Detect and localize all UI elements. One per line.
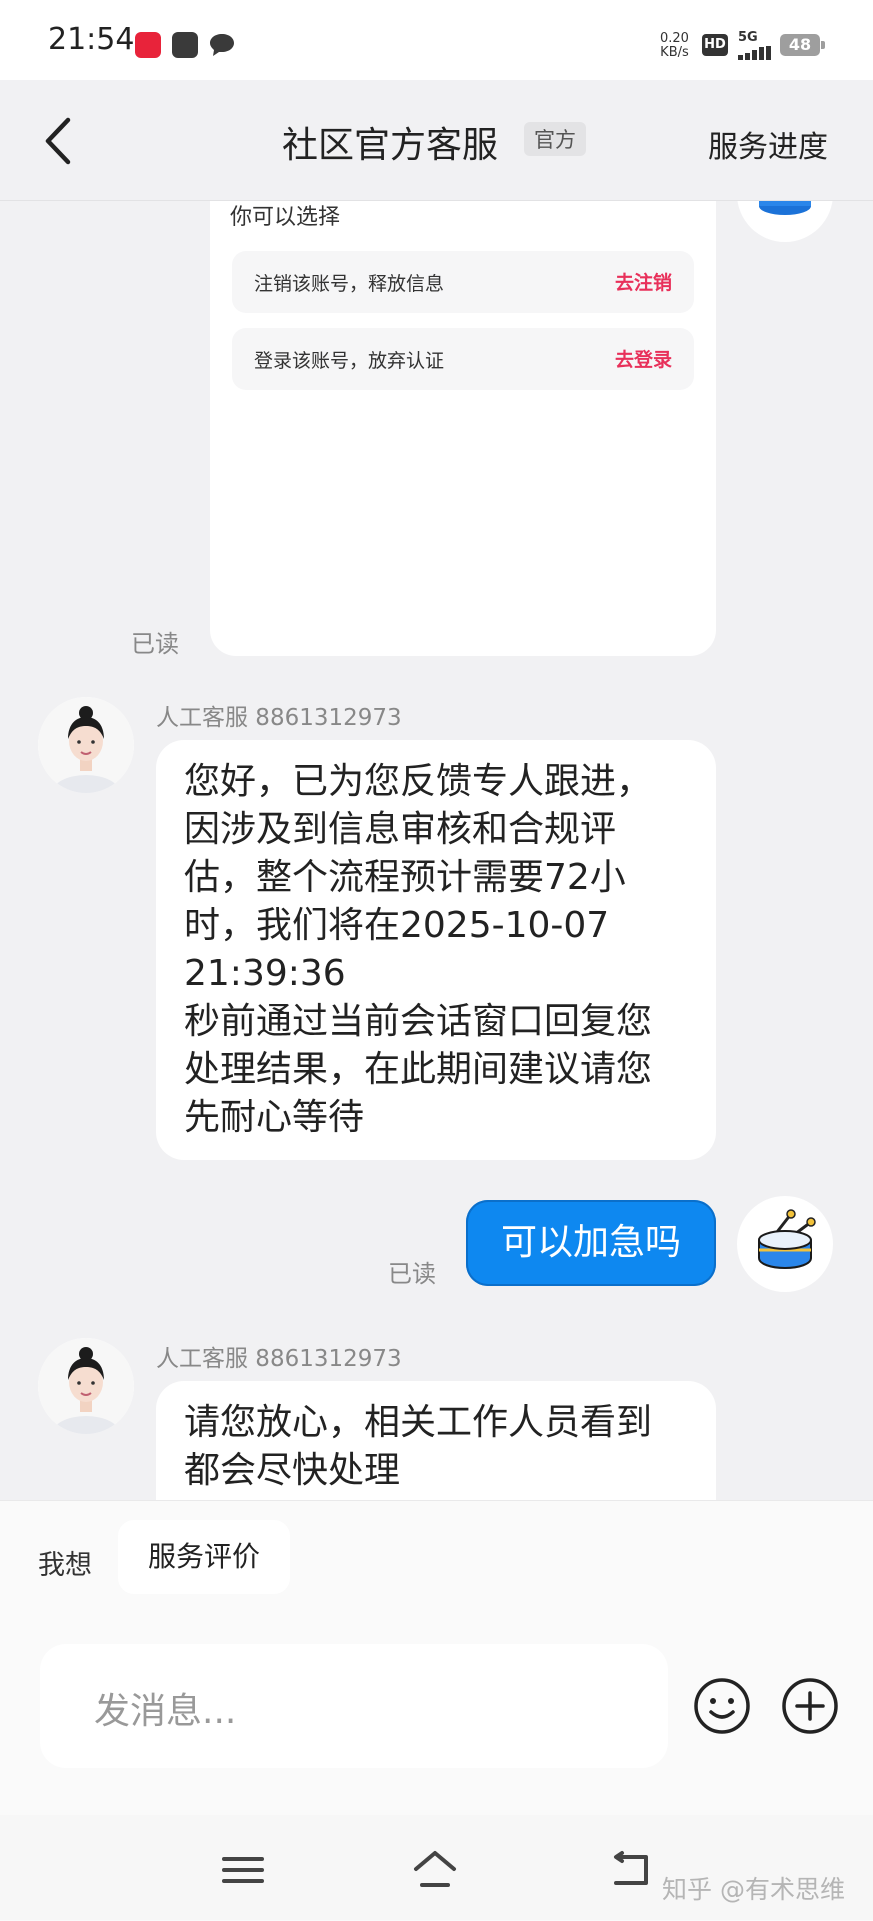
plus-circle-icon[interactable] [780,1676,840,1736]
watermark: 知乎 @有术思维 [662,1875,845,1904]
agent-avatar[interactable] [38,697,134,793]
login-option[interactable]: 登录该账号，放弃认证 去登录 [232,328,694,390]
card-text: 你可以选择 [230,205,341,230]
agent-message-bubble[interactable]: 您好，已为您反馈专人跟进， 因涉及到信息审核和合规评 估，整个流程预计需要72小… [156,740,716,1160]
service-rating-chip[interactable]: 服务评价 [118,1520,290,1594]
home-icon[interactable] [410,1845,460,1895]
hd-badge: HD [702,34,728,56]
chat-area[interactable]: 你可以选择 注销该账号，释放信息 去注销 登录该账号，放弃认证 去登录 已读 人… [0,201,873,1500]
page-title: 社区官方客服 [282,125,499,166]
message-bubble-icon [210,34,234,56]
status-bar: 21:54 0.20 KB/s HD 5G 48 [0,0,873,80]
option-label: 登录该账号，放弃认证 [254,350,445,372]
option-label: 注销该账号，释放信息 [254,273,445,295]
deregister-button[interactable]: 去注销 [615,268,672,295]
login-button[interactable]: 去登录 [615,345,672,372]
signal-bars-icon [738,46,771,60]
signal-indicator: 5G [738,30,772,64]
agent-avatar[interactable] [38,1338,134,1434]
deregister-option[interactable]: 注销该账号，释放信息 去注销 [232,251,694,313]
chevron-left-icon[interactable] [40,116,80,166]
agent-name: 人工客服 8861312973 [156,1346,402,1372]
drum-icon [758,1209,816,1270]
read-status: 已读 [388,1260,436,1288]
app-red-icon [135,32,161,58]
my-avatar[interactable] [737,1196,833,1292]
quick-reply-label: 我想 [38,1550,92,1581]
network-speed: 0.20 KB/s [660,31,689,60]
battery-indicator: 48 [780,34,825,56]
my-message-bubble[interactable]: 可以加急吗 [466,1200,716,1286]
message-text: 您好，已为您反馈专人跟进， 因涉及到信息审核和合规评 估，整个流程预计需要72小… [184,761,653,1138]
message-input[interactable]: 发消息... [40,1644,668,1768]
agent-avatar-image [38,1338,134,1434]
my-avatar[interactable] [737,201,833,242]
agent-avatar-image [38,697,134,793]
official-badge: 官方 [524,122,586,156]
menu-icon[interactable] [218,1845,268,1895]
message-input-placeholder: 发消息... [94,1691,237,1732]
read-status: 已读 [131,630,179,658]
smiley-icon[interactable] [692,1676,752,1736]
service-progress-link[interactable]: 服务进度 [708,122,828,166]
drum-icon [759,201,811,215]
back-nav-icon[interactable] [606,1845,656,1895]
chat-header: 社区官方客服 官方 服务进度 [0,80,873,201]
agent-name: 人工客服 8861312973 [156,705,402,731]
app-gray-icon [172,32,198,58]
agent-message-bubble[interactable]: 请您放心，相关工作人员看到 都会尽快处理 [156,1381,716,1500]
message-text: 请您放心，相关工作人员看到 都会尽快处理 [184,1402,653,1491]
status-time: 21:54 [48,22,135,57]
